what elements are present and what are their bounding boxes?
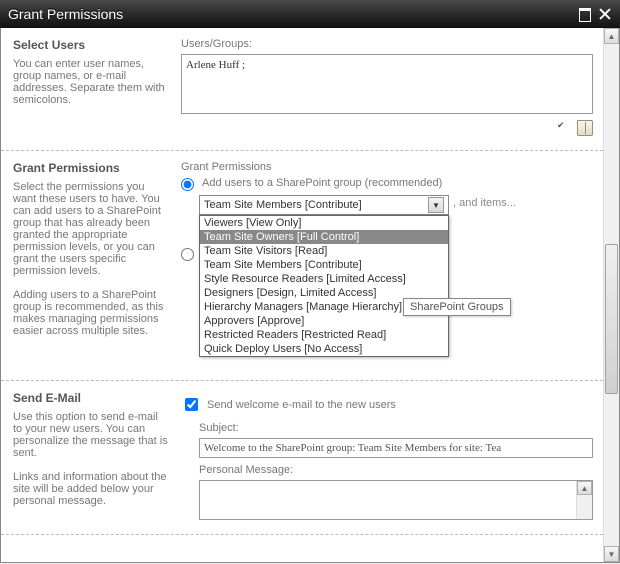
grant-direct-hint: , and items... bbox=[453, 197, 516, 209]
radio-grant-direct[interactable] bbox=[181, 248, 194, 261]
list-item[interactable]: Team Site Owners [Full Control] bbox=[200, 230, 448, 244]
scroll-up-icon[interactable]: ▲ bbox=[577, 481, 592, 495]
email-heading: Send E-Mail bbox=[13, 391, 169, 405]
section-grant-permissions: Grant Permissions Select the permissions… bbox=[1, 151, 603, 381]
window-title: Grant Permissions bbox=[8, 6, 578, 22]
grant-heading: Grant Permissions bbox=[13, 161, 169, 175]
select-users-heading: Select Users bbox=[13, 38, 169, 52]
scroll-up-icon[interactable]: ▲ bbox=[604, 28, 619, 44]
close-icon[interactable] bbox=[598, 7, 612, 21]
grant-panel-label: Grant Permissions bbox=[181, 161, 593, 173]
dialog-content: Select Users You can enter user names, g… bbox=[0, 28, 620, 563]
users-groups-input[interactable] bbox=[181, 54, 593, 114]
scroll-track[interactable] bbox=[604, 44, 619, 546]
list-item[interactable]: Team Site Visitors [Read] bbox=[200, 244, 448, 258]
radio-add-to-group[interactable] bbox=[181, 178, 194, 191]
list-item[interactable]: Approvers [Approve] bbox=[200, 314, 448, 328]
users-groups-label: Users/Groups: bbox=[181, 38, 593, 50]
select-users-help: You can enter user names, group names, o… bbox=[13, 58, 169, 106]
maximize-icon[interactable] bbox=[578, 7, 592, 21]
chevron-down-icon[interactable]: ▼ bbox=[428, 197, 444, 213]
list-item[interactable]: Restricted Readers [Restricted Read] bbox=[200, 328, 448, 342]
browse-book-icon[interactable] bbox=[577, 120, 593, 136]
scroll-down-icon[interactable]: ▼ bbox=[604, 546, 619, 562]
list-item[interactable]: Team Site Members [Contribute] bbox=[200, 258, 448, 272]
personal-message-label: Personal Message: bbox=[199, 464, 593, 476]
subject-input[interactable] bbox=[199, 438, 593, 458]
tooltip-sharepoint-groups: SharePoint Groups bbox=[403, 298, 511, 316]
email-help-2: Links and information about the site wil… bbox=[13, 471, 169, 507]
section-send-email: Send E-Mail Use this option to send e-ma… bbox=[1, 381, 603, 535]
radio-add-to-group-label: Add users to a SharePoint group (recomme… bbox=[202, 177, 442, 189]
group-combo-value: Team Site Members [Contribute] bbox=[204, 199, 362, 211]
personal-message-input[interactable]: ▲ bbox=[199, 480, 593, 520]
vertical-scrollbar[interactable]: ▲ ▼ bbox=[603, 28, 619, 562]
subject-label: Subject: bbox=[199, 422, 593, 434]
list-item[interactable]: Style Resource Readers [Limited Access] bbox=[200, 272, 448, 286]
message-scrollbar[interactable]: ▲ bbox=[576, 481, 592, 519]
send-email-checkbox[interactable] bbox=[185, 398, 198, 411]
check-names-icon[interactable] bbox=[557, 120, 573, 136]
grant-sidebar: Grant Permissions Select the permissions… bbox=[1, 161, 181, 366]
group-combo[interactable]: Team Site Members [Contribute] ▼ Viewers… bbox=[199, 195, 449, 215]
grant-help-2: Adding users to a SharePoint group is re… bbox=[13, 289, 169, 337]
send-email-label: Send welcome e-mail to the new users bbox=[207, 399, 396, 411]
list-item[interactable]: Viewers [View Only] bbox=[200, 216, 448, 230]
section-select-users: Select Users You can enter user names, g… bbox=[1, 28, 603, 151]
group-listbox[interactable]: Viewers [View Only] Team Site Owners [Fu… bbox=[199, 215, 449, 357]
email-main: Send welcome e-mail to the new users Sub… bbox=[181, 391, 603, 520]
email-sidebar: Send E-Mail Use this option to send e-ma… bbox=[1, 391, 181, 520]
email-help-1: Use this option to send e-mail to your n… bbox=[13, 411, 169, 459]
scroll-thumb[interactable] bbox=[605, 244, 618, 394]
select-users-sidebar: Select Users You can enter user names, g… bbox=[1, 38, 181, 136]
grant-main: Grant Permissions Add users to a SharePo… bbox=[181, 161, 603, 366]
select-users-main: Users/Groups: bbox=[181, 38, 603, 136]
grant-help-1: Select the permissions you want these us… bbox=[13, 181, 169, 277]
title-bar: Grant Permissions bbox=[0, 0, 620, 28]
list-item[interactable]: Quick Deploy Users [No Access] bbox=[200, 342, 448, 356]
group-combo-box[interactable]: Team Site Members [Contribute] ▼ bbox=[199, 195, 449, 215]
radio-add-to-group-row: Add users to a SharePoint group (recomme… bbox=[181, 177, 593, 191]
